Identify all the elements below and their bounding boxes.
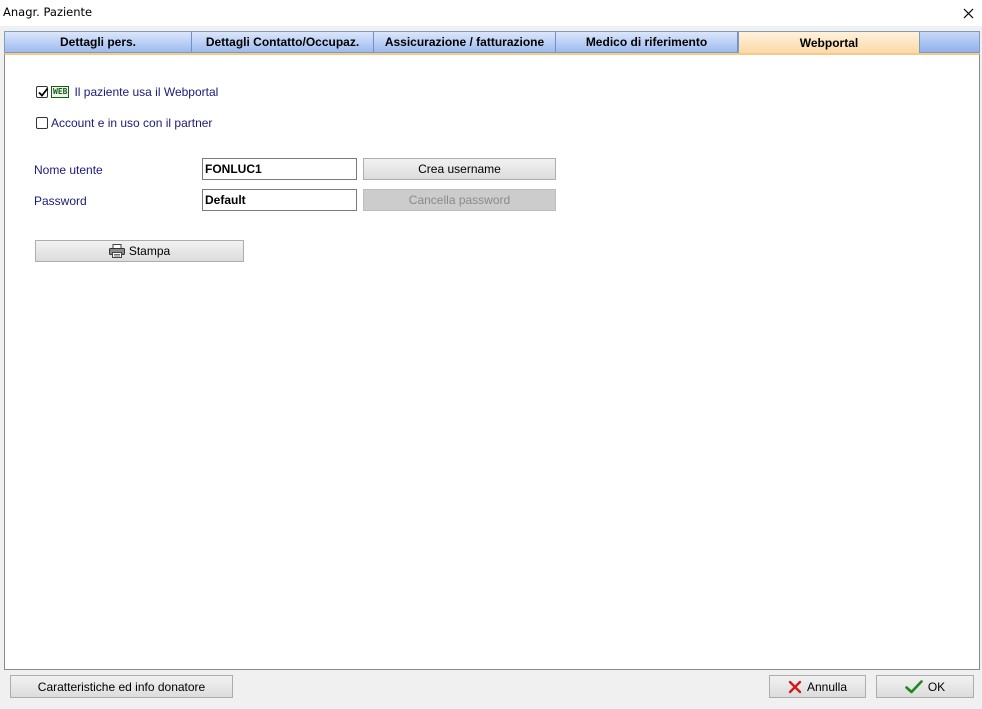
x-icon: [788, 680, 802, 694]
cancel-button[interactable]: Annulla: [769, 675, 866, 698]
check-icon: [905, 679, 923, 694]
tab-dettagli-contatto[interactable]: Dettagli Contatto/Occupaz.: [192, 32, 374, 52]
checkmark-icon: [38, 87, 49, 97]
tab-assicurazione[interactable]: Assicurazione / fatturazione: [374, 32, 556, 52]
ok-button-label: OK: [927, 679, 946, 694]
username-field[interactable]: FONLUC1: [202, 158, 357, 180]
donor-info-button[interactable]: Caratteristiche ed info donatore: [10, 675, 233, 698]
tab-dettagli-pers[interactable]: Dettagli pers.: [5, 32, 192, 52]
printer-icon: [108, 244, 125, 258]
tab-label: Medico di riferimento: [585, 35, 708, 49]
window-title: Anagr. Paziente: [3, 5, 93, 19]
tab-medico[interactable]: Medico di riferimento: [556, 32, 738, 52]
title-bar: Anagr. Paziente: [0, 0, 982, 26]
tab-label: Assicurazione / fatturazione: [384, 35, 545, 49]
password-field[interactable]: Default: [202, 189, 357, 211]
password-label: Password: [34, 194, 87, 208]
uses-webportal-label: Il paziente usa il Webportal: [74, 85, 219, 99]
close-button[interactable]: [954, 0, 982, 26]
username-label: Nome utente: [34, 163, 103, 177]
uses-webportal-row[interactable]: WEB Il paziente usa il Webportal: [36, 85, 218, 99]
delete-password-label: Cancella password: [408, 193, 511, 207]
ok-button[interactable]: OK: [876, 675, 974, 698]
close-icon: [963, 8, 973, 18]
create-username-button[interactable]: Crea username: [363, 158, 556, 180]
account-partner-row[interactable]: Account e in uso con il partner: [36, 116, 212, 130]
cancel-button-label: Annulla: [806, 679, 848, 694]
tab-label: Webportal: [799, 35, 859, 50]
tab-label: Dettagli Contatto/Occupaz.: [205, 35, 360, 49]
account-partner-label: Account e in uso con il partner: [51, 116, 213, 130]
tab-strip: Dettagli pers. Dettagli Contatto/Occupaz…: [4, 31, 980, 53]
tab-webportal[interactable]: Webportal: [738, 31, 920, 53]
print-button[interactable]: Stampa: [35, 240, 244, 262]
uses-webportal-checkbox[interactable]: [36, 86, 49, 98]
delete-password-button: Cancella password: [363, 189, 556, 211]
web-icon: WEB: [51, 86, 70, 98]
tab-label: Dettagli pers.: [59, 35, 137, 49]
print-button-label: Stampa: [128, 244, 171, 258]
donor-info-label: Caratteristiche ed info donatore: [37, 679, 206, 694]
webportal-panel: WEB Il paziente usa il Webportal Account…: [4, 53, 980, 670]
create-username-label: Crea username: [418, 162, 501, 176]
account-partner-checkbox[interactable]: [36, 117, 48, 129]
